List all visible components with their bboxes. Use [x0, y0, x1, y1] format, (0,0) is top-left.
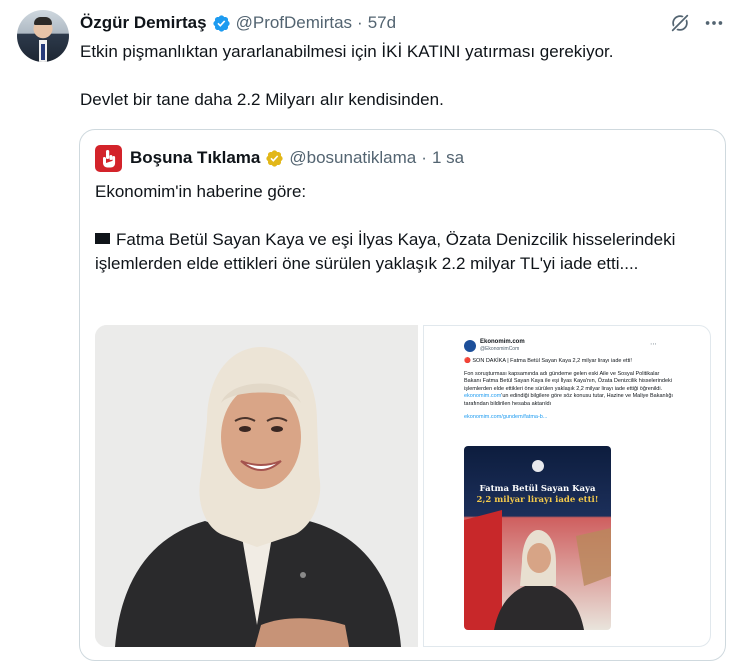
screenshot-author-handle: @EkonomimCom: [480, 346, 520, 352]
screenshot-headline: 🔴 SON DAKİKA | Fatma Betül Sayan Kaya 2,…: [464, 358, 632, 364]
news-screenshot[interactable]: Ekonomim.com @EkonomimCom ⋯ 🔴 SON DAKİKA…: [423, 325, 711, 647]
verified-badge-icon[interactable]: [265, 149, 284, 168]
quoted-author-handle[interactable]: @bosunatiklama: [289, 148, 416, 168]
tweet-timestamp[interactable]: 57d: [368, 13, 396, 33]
verified-badge-icon[interactable]: [212, 14, 231, 33]
tweet[interactable]: Özgür Demirtaş @ProfDemirtas · 57d Etkin…: [0, 0, 739, 666]
quoted-tweet[interactable]: Boşuna Tıklama @bosunatiklama · 1 sa Eko…: [79, 129, 726, 661]
grok-icon[interactable]: [669, 12, 691, 34]
ekonomim-avatar: [464, 340, 476, 352]
author-name[interactable]: Özgür Demirtaş: [80, 13, 207, 33]
tweet-header: Özgür Demirtaş @ProfDemirtas · 57d: [80, 12, 396, 34]
quoted-tweet-text: Ekonomim'in haberine göre: Fatma Betül S…: [95, 180, 715, 276]
separator-dot: ·: [357, 13, 363, 32]
screenshot-body: Fon soruşturması kapsamında adı gündeme …: [464, 370, 673, 407]
screenshot-text: 🔴 SON DAKİKA | Fatma Betül Sayan Kaya 2,…: [464, 358, 674, 426]
quoted-paragraph: Fatma Betül Sayan Kaya ve eşi İlyas Kaya…: [95, 228, 715, 276]
author-avatar[interactable]: [17, 10, 69, 62]
screenshot-url: ekonomim.com/gundem/fatma-b...: [464, 413, 548, 420]
news-card-title: Fatma Betül Sayan Kaya 2,2 milyar lirayı…: [476, 484, 599, 505]
portrait-image: [95, 325, 418, 647]
tweet-paragraph: Etkin pişmanlıktan yararlanabilmesi için…: [80, 42, 614, 61]
news-card-image: [464, 460, 611, 630]
separator-dot: ·: [421, 148, 427, 167]
media-grid: Ekonomim.com @EkonomimCom ⋯ 🔴 SON DAKİKA…: [95, 325, 711, 647]
screenshot-more-icon: ⋯: [650, 341, 657, 348]
hand-pointer-icon: [103, 150, 116, 168]
black-square-emoji: [95, 233, 110, 244]
author-handle[interactable]: @ProfDemirtas: [236, 13, 352, 33]
screenshot-news-card: Fatma Betül Sayan Kaya 2,2 milyar lirayı…: [464, 446, 611, 630]
quoted-paragraph-text: Fatma Betül Sayan Kaya ve eşi İlyas Kaya…: [95, 230, 681, 273]
bosuna-tiklama-logo[interactable]: [95, 145, 122, 172]
screenshot-author-name: Ekonomim.com: [480, 339, 525, 345]
quoted-tweet-header: Boşuna Tıklama @bosunatiklama · 1 sa: [130, 147, 464, 169]
quoted-tweet-timestamp[interactable]: 1 sa: [432, 148, 464, 168]
portrait-photo[interactable]: [95, 325, 418, 647]
quoted-paragraph: Ekonomim'in haberine göre:: [95, 182, 307, 201]
quoted-author-name[interactable]: Boşuna Tıklama: [130, 148, 260, 168]
tweet-paragraph: Devlet bir tane daha 2.2 Milyarı alır ke…: [80, 90, 444, 109]
more-icon[interactable]: [703, 12, 725, 34]
tweet-text: Etkin pişmanlıktan yararlanabilmesi için…: [80, 40, 720, 112]
